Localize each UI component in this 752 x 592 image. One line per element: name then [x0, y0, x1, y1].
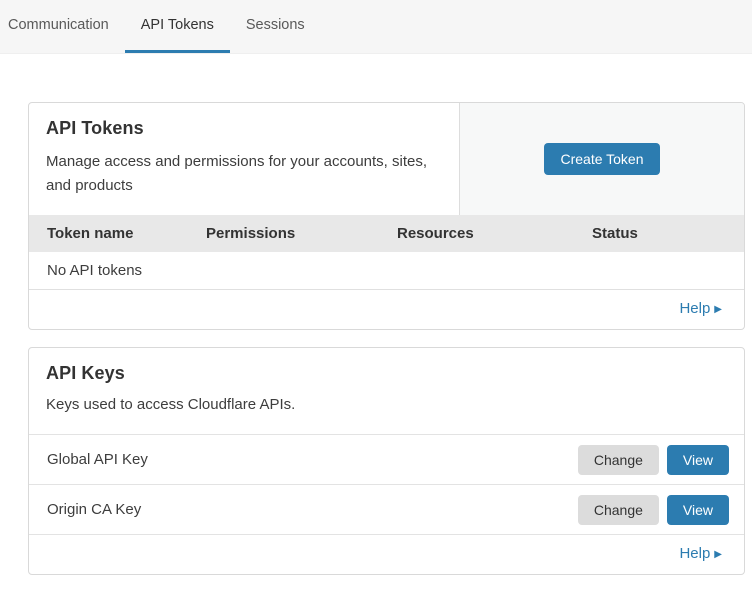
key-row-global-api-key: Global API Key Change View: [29, 434, 744, 484]
tab-api-tokens[interactable]: API Tokens: [125, 0, 230, 53]
column-header-resources: Resources: [397, 225, 592, 242]
help-link-label: Help: [679, 545, 710, 562]
tab-bar: Communication API Tokens Sessions: [0, 0, 752, 54]
api-tokens-help-link[interactable]: Help ▶: [679, 300, 722, 317]
column-header-permissions: Permissions: [206, 225, 397, 242]
api-tokens-description: Manage access and permissions for your a…: [46, 150, 436, 198]
key-name: Origin CA Key: [47, 501, 578, 518]
global-api-key-view-button[interactable]: View: [667, 445, 729, 475]
key-name: Global API Key: [47, 451, 578, 468]
api-keys-card: API Keys Keys used to access Cloudflare …: [28, 347, 745, 575]
api-tokens-card-header: API Tokens Manage access and permissions…: [29, 103, 744, 215]
help-arrow-icon: ▶: [714, 549, 722, 560]
tab-communication[interactable]: Communication: [8, 0, 125, 53]
key-row-origin-ca-key: Origin CA Key Change View: [29, 484, 744, 534]
origin-ca-key-view-button[interactable]: View: [667, 495, 729, 525]
api-keys-title: API Keys: [46, 363, 727, 384]
api-tokens-card-footer: Help ▶: [29, 290, 744, 329]
global-api-key-change-button[interactable]: Change: [578, 445, 659, 475]
create-token-button[interactable]: Create Token: [544, 143, 659, 175]
tab-sessions[interactable]: Sessions: [230, 0, 321, 53]
api-keys-card-header: API Keys Keys used to access Cloudflare …: [29, 348, 744, 434]
api-tokens-card: API Tokens Manage access and permissions…: [28, 102, 745, 330]
api-keys-help-link[interactable]: Help ▶: [679, 545, 722, 562]
help-link-label: Help: [679, 300, 710, 317]
api-keys-card-footer: Help ▶: [29, 534, 744, 574]
column-header-status: Status: [592, 225, 744, 242]
tokens-table-header: Token name Permissions Resources Status: [29, 215, 744, 252]
api-tokens-card-header-text: API Tokens Manage access and permissions…: [29, 103, 460, 215]
api-keys-description: Keys used to access Cloudflare APIs.: [46, 393, 436, 417]
help-arrow-icon: ▶: [714, 304, 722, 315]
tokens-empty-row: No API tokens: [29, 252, 744, 290]
main-content: API Tokens Manage access and permissions…: [0, 54, 752, 575]
origin-ca-key-change-button[interactable]: Change: [578, 495, 659, 525]
column-header-token-name: Token name: [47, 225, 206, 242]
api-tokens-title: API Tokens: [46, 118, 442, 139]
api-tokens-card-header-actions: Create Token: [460, 103, 744, 215]
